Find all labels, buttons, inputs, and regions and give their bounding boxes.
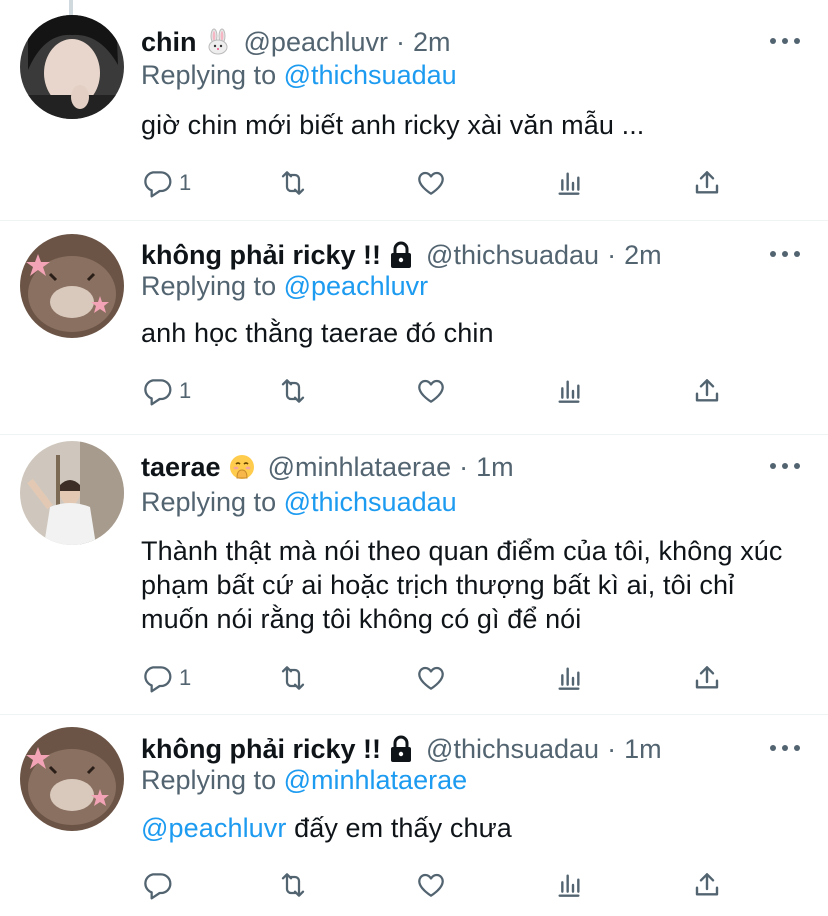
replying-to-label: Replying to: [141, 765, 277, 795]
like-button[interactable]: [415, 867, 447, 903]
rabbit-emoji: [204, 28, 232, 56]
tweet-text: @peachluvr đấy em thấy chưa: [141, 811, 801, 845]
heart-icon: [418, 171, 444, 195]
replying-to-label: Replying to: [141, 271, 277, 301]
like-button[interactable]: [415, 660, 447, 696]
timestamp[interactable]: 1m: [476, 452, 514, 483]
more-options-icon[interactable]: [770, 247, 800, 261]
reply-button[interactable]: 1: [141, 373, 191, 409]
retweet-button[interactable]: [277, 660, 309, 696]
share-button[interactable]: [691, 373, 723, 409]
avatar[interactable]: [20, 441, 124, 545]
retweet-icon: [281, 379, 305, 403]
heart-icon: [418, 666, 444, 690]
like-button[interactable]: [415, 165, 447, 201]
reply-icon: [144, 379, 172, 406]
tweet[interactable]: taerae @minhlataerae · 1m Replying to @t…: [0, 434, 828, 715]
tweet-actions: 1: [141, 373, 731, 409]
tweet[interactable]: không phải ricky !! @thichsuadau · 1m Re…: [0, 714, 828, 916]
separator-dot: ·: [396, 26, 405, 57]
heart-icon: [418, 379, 444, 403]
analytics-icon: [558, 667, 580, 690]
lock-icon: [388, 241, 414, 269]
tweet-actions: 1: [141, 165, 731, 201]
timestamp[interactable]: 1m: [624, 734, 662, 765]
retweet-button[interactable]: [277, 373, 309, 409]
separator-dot: ·: [607, 239, 617, 270]
reply-button[interactable]: [141, 867, 173, 903]
more-options-icon[interactable]: [770, 34, 800, 48]
replying-to-label: Replying to: [141, 60, 277, 90]
tweet-text: giờ chin mới biết anh ricky xài văn mẫu …: [141, 110, 645, 140]
reply-icon: [144, 666, 172, 693]
timestamp[interactable]: 2m: [413, 27, 451, 58]
display-name[interactable]: không phải ricky !!: [141, 734, 381, 765]
reply-icon: [144, 171, 172, 198]
timestamp[interactable]: 2m: [624, 240, 662, 271]
tweet-actions: [141, 867, 731, 903]
reply-count: 1: [179, 665, 192, 690]
hand-over-mouth-emoji: [228, 453, 256, 481]
text-mention[interactable]: @peachluvr: [141, 813, 286, 843]
share-icon: [695, 171, 719, 194]
replying-to: Replying to @peachluvr: [141, 271, 428, 302]
reply-count: 1: [179, 378, 192, 403]
avatar[interactable]: [20, 15, 124, 119]
avatar[interactable]: [20, 727, 124, 831]
share-icon: [695, 873, 719, 896]
display-name[interactable]: chin: [141, 27, 197, 58]
analytics-button[interactable]: [553, 660, 585, 696]
retweet-icon: [281, 171, 305, 195]
replying-to: Replying to @minhlataerae: [141, 765, 467, 796]
reply-button[interactable]: 1: [141, 165, 191, 201]
user-handle[interactable]: @minhlataerae: [268, 452, 452, 483]
reply-count: 1: [179, 170, 192, 195]
like-button[interactable]: [415, 373, 447, 409]
tweet-text: anh học thằng taerae đó chin: [141, 318, 494, 348]
reply-icon: [144, 873, 172, 900]
share-button[interactable]: [691, 867, 723, 903]
replying-to-mention[interactable]: @minhlataerae: [284, 765, 468, 795]
user-handle[interactable]: @thichsuadau: [426, 734, 599, 765]
analytics-button[interactable]: [553, 867, 585, 903]
reply-button[interactable]: 1: [141, 660, 191, 696]
share-icon: [695, 379, 719, 402]
retweet-icon: [281, 666, 305, 690]
tweet[interactable]: chin @peachluvr · 2m Replying to @thichs…: [0, 0, 828, 220]
display-name[interactable]: không phải ricky !!: [141, 240, 381, 271]
analytics-icon: [558, 172, 580, 195]
analytics-button[interactable]: [553, 373, 585, 409]
replying-to: Replying to @thichsuadau: [141, 60, 457, 91]
heart-icon: [418, 873, 444, 897]
tweet-actions: 1: [141, 660, 731, 696]
replying-to-mention[interactable]: @thichsuadau: [284, 487, 457, 517]
retweet-button[interactable]: [277, 867, 309, 903]
user-handle[interactable]: @thichsuadau: [426, 240, 599, 271]
share-button[interactable]: [691, 165, 723, 201]
more-options-icon[interactable]: [770, 459, 800, 473]
retweet-icon: [281, 873, 305, 897]
analytics-icon: [558, 380, 580, 403]
replying-to: Replying to @thichsuadau: [141, 487, 457, 518]
separator-dot: ·: [607, 733, 617, 764]
analytics-icon: [558, 874, 580, 897]
separator-dot: ·: [459, 451, 469, 482]
tweet-text-content: đấy em thấy chưa: [286, 813, 512, 843]
replying-to-mention[interactable]: @peachluvr: [284, 271, 428, 301]
tweet-text: Thành thật mà nói theo quan điểm của tôi…: [141, 536, 783, 634]
more-options-icon[interactable]: [770, 741, 800, 755]
analytics-button[interactable]: [553, 165, 585, 201]
share-icon: [695, 666, 719, 689]
replying-to-mention[interactable]: @thichsuadau: [284, 60, 457, 90]
replying-to-label: Replying to: [141, 487, 277, 517]
share-button[interactable]: [691, 660, 723, 696]
avatar[interactable]: [20, 234, 124, 338]
retweet-button[interactable]: [277, 165, 309, 201]
user-handle[interactable]: @peachluvr: [244, 27, 388, 58]
display-name[interactable]: taerae: [141, 452, 221, 483]
tweet[interactable]: không phải ricky !! @thichsuadau · 2m Re…: [0, 220, 828, 435]
lock-icon: [388, 735, 414, 763]
